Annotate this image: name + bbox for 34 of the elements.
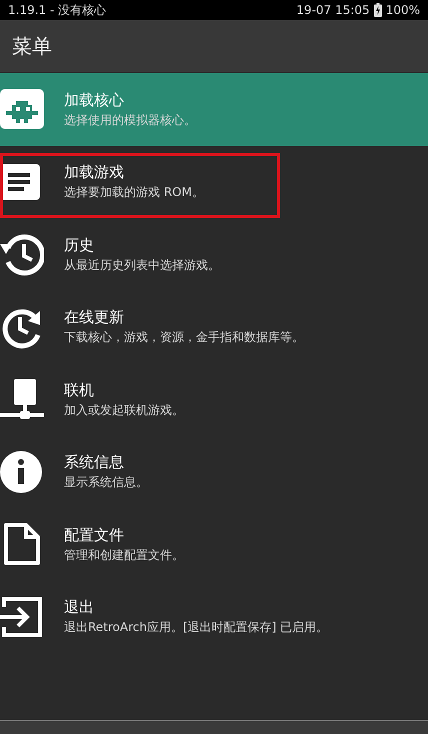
exit-icon: [0, 594, 44, 639]
item-title: 加载游戏: [64, 163, 125, 182]
menu-item[interactable]: 配置文件 管理和创建配置文件。: [0, 508, 428, 580]
item-subtitle: 管理和创建配置文件。: [64, 548, 184, 563]
network-icon: [0, 377, 44, 422]
status-text: 1.19.1 - 没有核心: [8, 2, 106, 19]
item-subtitle: 显示系统信息。: [64, 475, 148, 490]
item-title: 在线更新: [64, 308, 125, 326]
menu-item[interactable]: 退出 退出RetroArch应用。[退出时配置保存] 已启用。: [0, 580, 428, 653]
battery-icon: [374, 3, 382, 17]
item-subtitle: 下载核心，游戏，资源，金手指和数据库等。: [64, 330, 304, 346]
menu-item[interactable]: 历史 从最近历史列表中选择游戏。: [0, 218, 428, 290]
item-title: 系统信息: [64, 453, 125, 472]
menu-item[interactable]: 联机 加入或发起联机游戏。: [0, 363, 428, 436]
item-title: 联机: [64, 380, 95, 399]
menu-item[interactable]: 系统信息 显示系统信息。: [0, 436, 428, 508]
menu-item[interactable]: 在线更新 下载核心，游戏，资源，金手指和数据库等。: [0, 290, 428, 363]
info-icon: [0, 450, 44, 494]
menu-item[interactable]: 加载游戏 选择要加载的游戏 ROM。: [0, 146, 428, 218]
item-subtitle: 退出RetroArch应用。[退出时配置保存] 已启用。: [64, 620, 328, 636]
battery-text: 100%: [386, 2, 420, 19]
item-subtitle: 选择要加载的游戏 ROM。: [64, 185, 204, 200]
item-title: 历史: [64, 236, 95, 254]
history-icon: [0, 232, 44, 276]
header-title: 菜单: [12, 33, 52, 60]
menu-item[interactable]: 加载核心 选择使用的模拟器核心。: [0, 73, 428, 146]
clock-text: 19-07 15:05: [296, 2, 370, 19]
item-subtitle: 从最近历史列表中选择游戏。: [64, 258, 220, 273]
item-title: 加载核心: [64, 90, 125, 109]
item-subtitle: 选择使用的模拟器核心。: [64, 112, 196, 128]
item-subtitle: 加入或发起联机游戏。: [64, 402, 184, 418]
item-title: 配置文件: [64, 526, 125, 544]
item-title: 退出: [64, 598, 95, 616]
invader-icon: [0, 87, 44, 132]
